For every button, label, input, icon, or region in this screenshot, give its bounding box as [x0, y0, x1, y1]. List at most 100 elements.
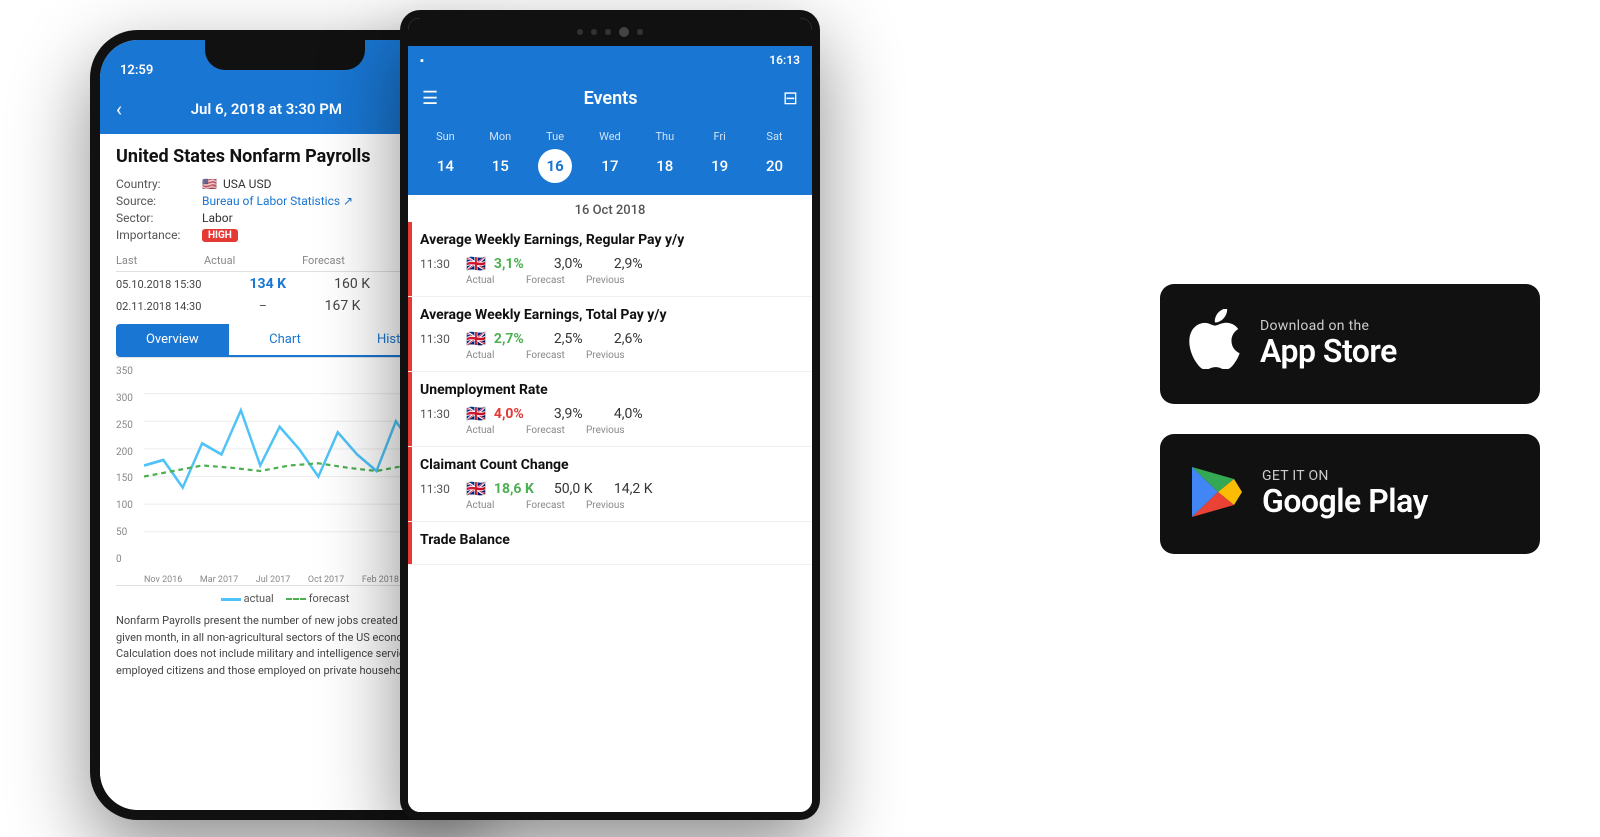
store-buttons: Download on the App Store GET IT ON Goog…: [1160, 284, 1540, 554]
event-row-4: 11:30 🇬🇧 18,6 K 50,0 K 14,2 K: [420, 479, 800, 498]
event-actual-3: 4,0%: [494, 406, 546, 422]
event-name-1: Average Weekly Earnings, Regular Pay y/y: [420, 232, 800, 248]
event-actual-1: 3,1%: [494, 256, 546, 272]
hamburger-icon[interactable]: ☰: [422, 88, 438, 109]
importance-label: Importance:: [116, 228, 196, 242]
source-value[interactable]: Bureau of Labor Statistics ↗: [202, 194, 353, 208]
back-icon[interactable]: ‹: [116, 97, 122, 121]
iphone-nav-title: Jul 6, 2018 at 3:30 PM: [134, 100, 399, 118]
event-bar-1: [408, 222, 412, 296]
legend-actual: actual: [221, 592, 274, 605]
event-name-5: Trade Balance: [420, 532, 800, 548]
event-actual-4: 18,6 K: [494, 481, 546, 497]
tab-chart[interactable]: Chart: [229, 324, 342, 357]
event-prev-2: 2,6%: [614, 331, 643, 347]
event-forecast-2: 2,5%: [554, 331, 606, 347]
apple-icon: [1188, 309, 1240, 378]
event-time-4: 11:30: [420, 482, 458, 496]
event-bar-3: [408, 372, 412, 446]
previous-label-4: Previous: [586, 500, 638, 511]
google-play-button[interactable]: GET IT ON Google Play: [1160, 434, 1540, 554]
day-wed: Wed: [588, 130, 632, 143]
previous-label-3: Previous: [586, 425, 638, 436]
actual-label-2: Actual: [466, 350, 518, 361]
country-value: USA USD: [223, 177, 272, 191]
camera-lens: [619, 27, 629, 37]
sector-label: Sector:: [116, 211, 196, 225]
country-label: Country:: [116, 177, 196, 191]
app-store-text: Download on the App Store: [1260, 318, 1397, 369]
forecast-label-1: Forecast: [526, 275, 578, 286]
event-item-5: Trade Balance: [408, 522, 812, 565]
event-prev-3: 4,0%: [614, 406, 643, 422]
forecast-label-2: Forecast: [526, 350, 578, 361]
date-16[interactable]: 16: [538, 149, 572, 183]
event-time-2: 11:30: [420, 332, 458, 346]
google-play-main: Google Play: [1262, 484, 1428, 519]
day-mon: Mon: [478, 130, 522, 143]
event-item-4: Claimant Count Change 11:30 🇬🇧 18,6 K 50…: [408, 447, 812, 522]
last-forecast: 160 K: [334, 276, 370, 292]
date-16-wrap: 16: [533, 149, 577, 183]
date-15[interactable]: 15: [478, 149, 522, 183]
event-bar-5: [408, 522, 412, 564]
events-list: 16 Oct 2018 Average Weekly Earnings, Reg…: [408, 195, 812, 812]
android-toolbar: ☰ Events ⊟: [408, 74, 812, 122]
header-actual: Actual: [204, 254, 235, 267]
date-19[interactable]: 19: [698, 149, 742, 183]
event-bar-4: [408, 447, 412, 521]
legend-forecast: forecast: [286, 592, 350, 605]
event-prev-1: 2,9%: [614, 256, 643, 272]
event-flag-1: 🇬🇧: [466, 254, 486, 273]
filter-icon[interactable]: ⊟: [783, 88, 798, 109]
speaker-dot2: [591, 29, 597, 35]
event-sub-1: Actual Forecast Previous: [466, 275, 800, 286]
actual-label-1: Actual: [466, 275, 518, 286]
event-name-4: Claimant Count Change: [420, 457, 800, 473]
battery-small-icon: ▪: [420, 54, 424, 67]
actual-label-3: Actual: [466, 425, 518, 436]
android-device: ▪ 16:13 ☰ Events ⊟ Sun Mon Tue Wed Thu F…: [400, 10, 820, 820]
android-status-bar: ▪ 16:13: [408, 46, 812, 74]
sector-value: Labor: [202, 211, 233, 225]
app-store-button[interactable]: Download on the App Store: [1160, 284, 1540, 404]
speaker-dot3: [605, 29, 611, 35]
event-name-3: Unemployment Rate: [420, 382, 800, 398]
speaker-dot: [577, 29, 583, 35]
iphone-notch: [205, 40, 365, 70]
date-14[interactable]: 14: [423, 149, 467, 183]
event-prev-4: 14,2 K: [614, 481, 653, 497]
event-row-3: 11:30 🇬🇧 4,0% 3,9% 4,0%: [420, 404, 800, 423]
date-header: 16 Oct 2018: [408, 195, 812, 222]
event-bar-2: [408, 297, 412, 371]
header-forecast: Forecast: [302, 254, 345, 267]
day-tue: Tue: [533, 130, 577, 143]
header-last: Last: [116, 254, 137, 267]
event-row-1: 11:30 🇬🇧 3,1% 3,0% 2,9%: [420, 254, 800, 273]
event-sub-3: Actual Forecast Previous: [466, 425, 800, 436]
forecast-label-4: Forecast: [526, 500, 578, 511]
event-sub-2: Actual Forecast Previous: [466, 350, 800, 361]
tab-overview[interactable]: Overview: [116, 324, 229, 357]
app-store-main: App Store: [1260, 334, 1397, 369]
event-flag-3: 🇬🇧: [466, 404, 486, 423]
date-20[interactable]: 20: [752, 149, 796, 183]
event-item-3: Unemployment Rate 11:30 🇬🇧 4,0% 3,9% 4,0…: [408, 372, 812, 447]
week-dates: 14 15 16 17 18 19 20: [418, 149, 802, 183]
phones-area: 12:59 📶 🔋 ‹ Jul 6, 2018 at 3:30 PM 🔔 ⬆ U…: [60, 0, 980, 837]
date-18[interactable]: 18: [643, 149, 687, 183]
previous-label-2: Previous: [586, 350, 638, 361]
event-name-2: Average Weekly Earnings, Total Pay y/y: [420, 307, 800, 323]
next-forecast: 167 K: [325, 298, 361, 314]
play-icon: [1188, 465, 1242, 523]
event-flag-4: 🇬🇧: [466, 479, 486, 498]
android-screen: ▪ 16:13 ☰ Events ⊟ Sun Mon Tue Wed Thu F…: [408, 18, 812, 812]
previous-label-1: Previous: [586, 275, 638, 286]
event-time-3: 11:30: [420, 407, 458, 421]
iphone-time: 12:59: [120, 63, 153, 80]
day-thu: Thu: [643, 130, 687, 143]
event-actual-2: 2,7%: [494, 331, 546, 347]
event-forecast-3: 3,9%: [554, 406, 606, 422]
forecast-label-3: Forecast: [526, 425, 578, 436]
date-17[interactable]: 17: [588, 149, 632, 183]
